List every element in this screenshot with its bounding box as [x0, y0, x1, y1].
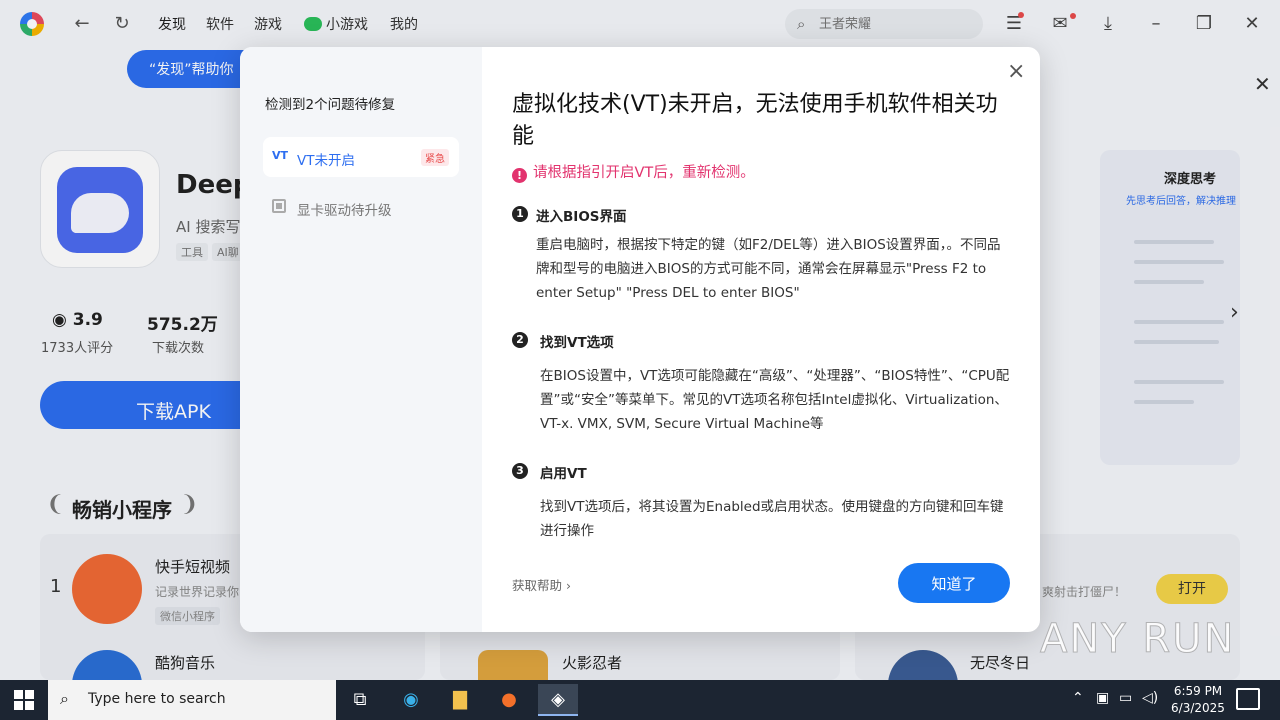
anyrun-watermark: ANY RUN: [1039, 616, 1236, 663]
windows-start-icon[interactable]: [14, 690, 34, 710]
alert-icon: !: [512, 168, 527, 183]
chevron-right-icon: ›: [566, 578, 571, 593]
taskbar: ⌕ Type here to search ⧉ ◉ ▇ ● ◈ ⌃ ▣ ▭ ◁)…: [0, 680, 1280, 720]
device-icon[interactable]: ▣: [1096, 690, 1109, 706]
clock-time: 6:59 PM: [1173, 684, 1223, 698]
network-icon[interactable]: ▭: [1119, 690, 1132, 706]
step-title: 进入BIOS界面: [536, 209, 627, 225]
edge-icon[interactable]: ◉: [391, 684, 431, 716]
vt-dialog: 检测到2个问题待修复 VT VT未开启 紧急 显卡驱动待升级 × 虚拟化技术(V…: [240, 47, 1040, 632]
warning-message: ! 请根据指引开启VT后，重新检测。: [512, 161, 755, 183]
taskbar-search[interactable]: ⌕ Type here to search: [48, 680, 336, 720]
got-it-button[interactable]: 知道了: [898, 563, 1010, 603]
chip-icon: [272, 199, 286, 213]
issue-sidebar-title: 检测到2个问题待修复: [265, 97, 396, 113]
issue-label: 显卡驱动待升级: [297, 203, 392, 219]
step-title: 启用VT: [540, 466, 587, 482]
issue-item-vt[interactable]: VT VT未开启 紧急: [263, 137, 459, 177]
firefox-icon[interactable]: ●: [489, 684, 529, 716]
clock-date: 6/3/2025: [1171, 701, 1225, 715]
taskbar-search-placeholder: Type here to search: [88, 691, 226, 707]
step-number: 2: [512, 332, 528, 348]
step-body: 找到VT选项后，将其设置为Enabled或启用状态。使用键盘的方向键和回车键进行…: [540, 499, 1004, 539]
issue-sidebar: 检测到2个问题待修复 VT VT未开启 紧急 显卡驱动待升级: [240, 47, 482, 632]
vt-icon: VT: [272, 149, 289, 162]
step-body: 在BIOS设置中，VT选项可能隐藏在“高级”、“处理器”、“BIOS特性”、“C…: [540, 368, 1010, 432]
close-icon[interactable]: ×: [1007, 59, 1025, 84]
task-view-icon[interactable]: ⧉: [340, 684, 380, 716]
clock[interactable]: 6:59 PM 6/3/2025: [1168, 683, 1228, 717]
urgent-badge: 紧急: [421, 149, 449, 166]
search-icon: ⌕: [60, 689, 69, 708]
help-link[interactable]: 获取帮助 ›: [512, 575, 571, 594]
issue-item-gpu-driver[interactable]: 显卡驱动待升级: [263, 187, 459, 227]
issue-label: VT未开启: [297, 153, 355, 169]
step-number: 3: [512, 463, 528, 479]
chevron-up-icon[interactable]: ⌃: [1072, 690, 1084, 706]
file-explorer-icon[interactable]: ▇: [440, 684, 480, 716]
app-store-taskbar-icon[interactable]: ◈: [538, 684, 578, 716]
step-body: 重启电脑时，根据按下特定的键（如F2/DEL等）进入BIOS设置界面，。不同品牌…: [536, 237, 1001, 301]
dialog-title: 虚拟化技术(VT)未开启，无法使用手机软件相关功能: [512, 92, 998, 149]
step-number: 1: [512, 206, 528, 222]
volume-icon[interactable]: ◁): [1142, 690, 1158, 706]
step-title: 找到VT选项: [540, 335, 614, 351]
notification-icon[interactable]: [1236, 688, 1260, 710]
